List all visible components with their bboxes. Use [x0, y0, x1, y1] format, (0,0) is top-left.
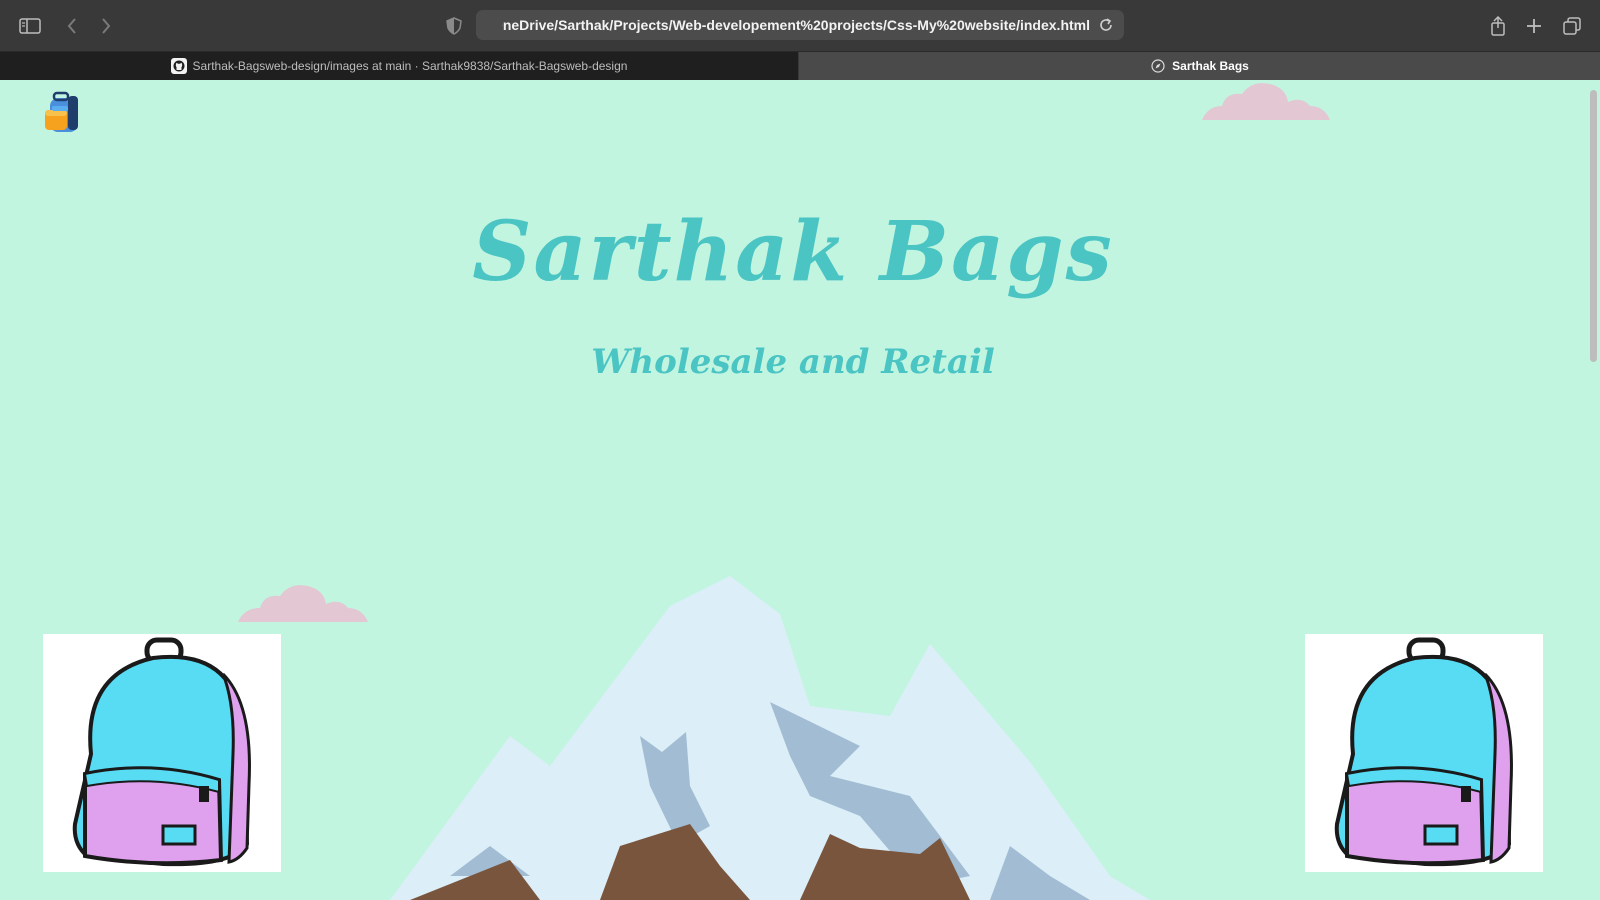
cloud-icon: [238, 585, 368, 622]
page-scrollbar[interactable]: [1586, 80, 1600, 900]
github-icon: [170, 58, 187, 74]
backpack-image-left: [43, 634, 281, 872]
back-icon[interactable]: [58, 12, 86, 40]
backpack-image-right: [1305, 634, 1543, 872]
browser-toolbar: rthak/OneDrive/Sarthak/Projects/Web-deve…: [0, 0, 1600, 52]
tab-label: Sarthak-Bagsweb-design/images at main · …: [192, 59, 628, 73]
mountain-illustration: [390, 576, 1150, 900]
tab-bar: Sarthak-Bagsweb-design/images at main · …: [0, 52, 1600, 80]
privacy-shield-icon[interactable]: [440, 12, 468, 40]
forward-icon[interactable]: [92, 12, 120, 40]
url-text[interactable]: rthak/OneDrive/Sarthak/Projects/Web-deve…: [502, 10, 1090, 40]
tab-sarthak-bags[interactable]: Sarthak Bags: [799, 52, 1600, 80]
cloud-icon: [1202, 83, 1330, 120]
scrollbar-thumb[interactable]: [1590, 90, 1597, 362]
reload-icon[interactable]: [1092, 11, 1120, 39]
backpack-illustration: [1334, 637, 1513, 867]
tab-github[interactable]: Sarthak-Bagsweb-design/images at main · …: [0, 52, 799, 80]
backpack-logo-icon[interactable]: [42, 90, 86, 134]
page-title: Sarthak Bags: [472, 204, 1114, 300]
page-subtitle: Wholesale and Retail: [591, 342, 995, 382]
web-page: Sarthak Bags Wholesale and Retail: [0, 80, 1600, 900]
new-tab-icon[interactable]: [1520, 12, 1548, 40]
compass-icon: [1150, 58, 1166, 74]
address-bar[interactable]: rthak/OneDrive/Sarthak/Projects/Web-deve…: [476, 10, 1124, 40]
tab-label: Sarthak Bags: [1172, 59, 1249, 73]
share-icon[interactable]: [1484, 12, 1512, 40]
backpack-illustration: [72, 637, 251, 867]
tab-overview-icon[interactable]: [1558, 12, 1586, 40]
sidebar-toggle-icon[interactable]: [16, 12, 44, 40]
